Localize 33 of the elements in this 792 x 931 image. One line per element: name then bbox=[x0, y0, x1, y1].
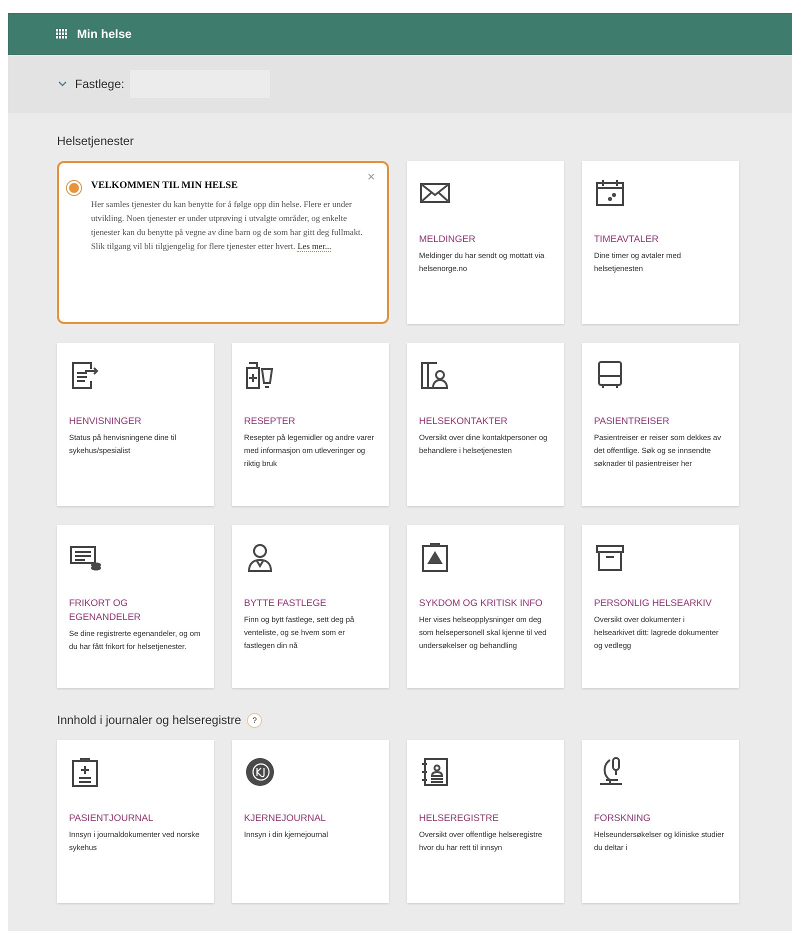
card-title: BYTTE FASTLEGE bbox=[244, 597, 328, 611]
card-title: RESEPTER bbox=[244, 415, 296, 429]
card-title: PASIENTREISER bbox=[594, 415, 670, 429]
card-title: HELSEREGISTRE bbox=[419, 812, 500, 826]
calendar-icon bbox=[594, 177, 626, 209]
card-title: FORSKNING bbox=[594, 812, 652, 826]
welcome-text: Her samles tjenester du kan benytte for å følge opp din helse. Flere er under utvikling. Noen tjenester er under utprøving i utvalgte områder, og enkelte tjenester kan du benytte på vegne av dine barn og de som har gitt deg fullmakt. Slik tilgang vil bli tilgjengelig for flere tjenester etter hvert. Les mer... bbox=[91, 198, 363, 253]
section-heading: Innhold i journaler og helseregistre bbox=[57, 713, 242, 727]
clipboard-plus-icon bbox=[69, 756, 101, 788]
card-title: TIMEAVTALER bbox=[594, 233, 660, 247]
clipboard-warning-icon bbox=[419, 541, 451, 573]
fastlege-label[interactable]: Fastlege: bbox=[75, 77, 124, 91]
document-arrow-icon bbox=[69, 359, 101, 391]
info-dot-icon bbox=[69, 183, 79, 193]
chevron-icon[interactable] bbox=[58, 81, 67, 87]
card-title: HELSEKONTAKTER bbox=[419, 415, 509, 429]
help-button[interactable]: ? bbox=[247, 712, 262, 728]
read-more-link[interactable]: Les mer... bbox=[297, 241, 332, 252]
card-title: KJERNEJOURNAL bbox=[244, 812, 327, 826]
welcome-title: VELKOMMEN TIL MIN HELSE bbox=[91, 180, 239, 191]
address-book-icon bbox=[419, 756, 451, 788]
card-title: PASIENTJOURNAL bbox=[69, 812, 154, 826]
card-title: PERSONLIG HELSEARKIV bbox=[594, 597, 713, 611]
apps-grid-icon[interactable] bbox=[56, 29, 68, 39]
card-title: HENVISNINGER bbox=[69, 415, 142, 429]
card-title: SYKDOM OG KRITISK INFO bbox=[419, 597, 544, 611]
app-title[interactable]: Min helse bbox=[77, 27, 132, 41]
card-title: MELDINGER bbox=[419, 233, 476, 247]
kj-logo-icon bbox=[244, 756, 276, 788]
section-heading: Helsetjenester bbox=[57, 134, 134, 148]
contact-person-icon bbox=[419, 359, 451, 391]
card-title: FRIKORT OG EGENANDELER bbox=[69, 597, 142, 625]
medicine-icon bbox=[244, 359, 276, 391]
